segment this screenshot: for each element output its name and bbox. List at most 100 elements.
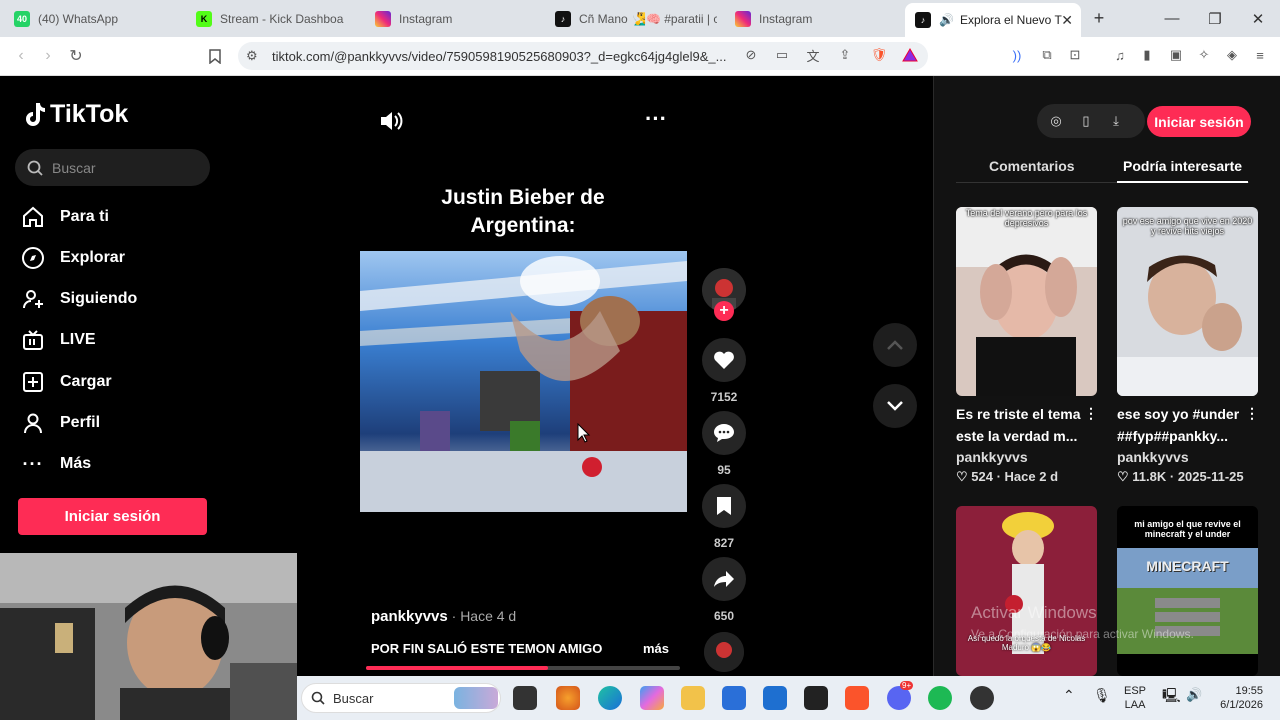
volume-tray-icon[interactable]: 🔊 <box>1186 688 1202 702</box>
audio-wave-icon[interactable]: )) <box>1008 46 1026 64</box>
microphone-icon[interactable]: 🎙 <box>1093 688 1111 702</box>
follow-plus-icon[interactable]: + <box>714 301 734 321</box>
clock[interactable]: 19:55 6/1/2026 <box>1207 684 1263 712</box>
card-options-icon[interactable]: ⋮ <box>1084 405 1098 422</box>
tray-chevron-icon[interactable]: ⌃ <box>1063 688 1075 702</box>
volume-icon[interactable] <box>379 110 403 137</box>
back-icon[interactable]: ‹ <box>10 45 32 67</box>
webcam-overlay <box>0 553 297 720</box>
close-window-button[interactable]: ✕ <box>1236 0 1280 37</box>
minimize-button[interactable]: — <box>1150 0 1194 37</box>
comment-button[interactable]: 95 <box>702 411 746 477</box>
share-button[interactable]: 650 <box>702 557 746 623</box>
edge-icon[interactable] <box>598 686 622 710</box>
maximize-button[interactable]: ❐ <box>1193 0 1237 37</box>
tab-podria-interesarte[interactable]: Podría interesarte <box>1123 158 1242 174</box>
nav-para-ti[interactable]: Para ti <box>20 202 109 232</box>
caption-more-link[interactable]: más <box>643 641 669 656</box>
download-icon[interactable]: ⤓ <box>1108 113 1124 129</box>
language-indicator[interactable]: ESP LAA <box>1124 684 1146 712</box>
discord-icon[interactable]: 9+ <box>887 681 914 710</box>
like-button[interactable]: 7152 <box>702 338 746 404</box>
rewards-icon[interactable] <box>901 46 919 64</box>
card-options-icon[interactable]: ⋮ <box>1245 405 1259 422</box>
copilot-icon[interactable] <box>640 686 664 710</box>
nav-siguiendo[interactable]: Siguiendo <box>20 284 137 314</box>
card-user[interactable]: pankkyvvs <box>956 449 1028 465</box>
task-view-icon[interactable] <box>513 686 537 710</box>
brave-shield-icon[interactable]: 🛡 <box>870 46 888 64</box>
tab-tiktok-video[interactable]: ♪ Cñ Mano 🧏‍♂️🧠 #paratii | c <box>545 4 717 33</box>
lang-secondary: LAA <box>1124 699 1146 711</box>
cast-icon[interactable]: ▭ <box>773 46 791 64</box>
search-input[interactable]: Buscar <box>15 149 210 186</box>
more-icon: ··· <box>22 453 44 474</box>
nav-explorar[interactable]: Explorar <box>20 243 125 273</box>
next-video-button[interactable] <box>873 384 917 428</box>
address-bar[interactable]: ⚙ tiktok.com/@pankkyvvs/video/7590598190… <box>238 42 928 70</box>
header-login-button[interactable]: Iniciar sesión <box>1147 106 1251 137</box>
tab-whatsapp[interactable]: 40 (40) WhatsApp <box>4 4 182 33</box>
nav-label: Explorar <box>60 249 125 266</box>
outlook-icon[interactable] <box>763 686 787 710</box>
music-disc[interactable] <box>702 632 746 672</box>
wallet-icon[interactable]: ▣ <box>1167 46 1185 64</box>
author-avatar[interactable]: + <box>702 268 746 321</box>
instagram-icon <box>375 10 391 27</box>
login-button[interactable]: Iniciar sesión <box>18 498 207 535</box>
brave-icon[interactable] <box>845 686 869 710</box>
video-author[interactable]: pankkyvvs · Hace 4 d <box>371 608 516 625</box>
obs-icon[interactable] <box>970 686 994 710</box>
card-title[interactable]: ese soy yo #under ##fyp##pankky... <box>1117 403 1258 447</box>
home-icon <box>20 204 46 230</box>
reload-icon[interactable]: ↻ <box>65 45 87 67</box>
store-icon[interactable] <box>722 686 746 710</box>
tab-tiktok-explore[interactable]: ♪ 🔊 Explora el Nuevo T ✕ <box>905 3 1081 37</box>
author-name[interactable]: pankkyvvs <box>371 608 448 625</box>
nav-perfil[interactable]: Perfil <box>20 408 100 438</box>
save-button[interactable]: 827 <box>702 484 746 550</box>
sidebar-icon[interactable]: ▮ <box>1138 46 1156 64</box>
recommended-thumbnail[interactable]: mi amigo el que revive el minecraft y el… <box>1117 506 1258 676</box>
card-title[interactable]: Es re triste el tema este la verdad m... <box>956 403 1097 447</box>
video-progress-bar[interactable] <box>366 666 680 670</box>
app-icon[interactable] <box>556 686 580 710</box>
new-tab-button[interactable]: + <box>1077 0 1121 37</box>
file-explorer-icon[interactable] <box>681 686 705 710</box>
card-user[interactable]: pankkyvvs <box>1117 449 1189 465</box>
close-tab-icon[interactable]: ✕ <box>1061 12 1073 29</box>
nav-mas[interactable]: ··· Más <box>20 449 92 479</box>
tab-instagram[interactable]: Instagram <box>365 4 540 33</box>
tab-comentarios[interactable]: Comentarios <box>989 158 1075 174</box>
previous-video-button[interactable] <box>873 323 917 367</box>
recommended-thumbnail[interactable]: Tema del verano pero para los depresivos <box>956 207 1097 396</box>
leo-ai-icon[interactable]: ✧ <box>1195 46 1213 64</box>
bookmark-icon[interactable] <box>204 45 226 67</box>
vpn-icon[interactable]: ◈ <box>1223 46 1241 64</box>
recommended-thumbnail[interactable]: pov ese amigo que vive en 2020 y revive … <box>1117 207 1258 396</box>
video-options-icon[interactable]: ··· <box>645 108 667 130</box>
tab-kick[interactable]: K Stream - Kick Dashboa <box>186 4 356 33</box>
tab-search-icon[interactable]: ⊡ <box>1066 46 1084 64</box>
taskbar-search[interactable]: Buscar <box>301 683 501 713</box>
music-icon[interactable]: ♫ <box>1111 46 1129 64</box>
tiktok-logo[interactable]: TikTok <box>22 100 128 129</box>
compass-icon[interactable]: ◎ <box>1048 113 1064 129</box>
no-audio-icon[interactable]: ⊘ <box>742 46 760 64</box>
tab-instagram-2[interactable]: Instagram <box>725 4 900 33</box>
network-icon[interactable]: 🖳 <box>1162 688 1181 702</box>
phone-icon[interactable]: ▯ <box>1078 113 1094 129</box>
compass-icon <box>20 245 46 271</box>
site-settings-icon[interactable]: ⚙ <box>246 48 258 64</box>
nav-cargar[interactable]: Cargar <box>20 367 112 397</box>
menu-icon[interactable]: ≡ <box>1251 46 1269 64</box>
recommended-thumbnail[interactable]: Así quedó la orquesta de Nicolás Maduro … <box>956 506 1097 676</box>
share-icon[interactable]: ⇪ <box>836 46 854 64</box>
notes-icon[interactable] <box>804 686 828 710</box>
forward-icon[interactable]: › <box>37 45 59 67</box>
video-player[interactable] <box>360 251 687 512</box>
spotify-icon[interactable] <box>928 686 952 710</box>
extensions-icon[interactable]: ⧉ <box>1038 46 1056 64</box>
translate-icon[interactable]: 文 <box>804 46 822 64</box>
nav-live[interactable]: LIVE <box>20 325 96 355</box>
